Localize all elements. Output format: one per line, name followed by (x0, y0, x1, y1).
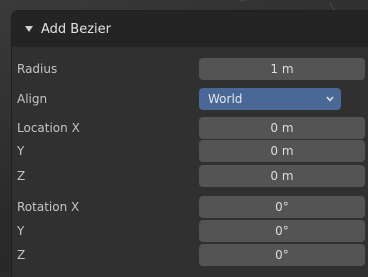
property-row-location-x: Location X 0 m (12, 117, 368, 141)
operator-panel: Add Bezier Radius 1 m Align World Locati… (12, 11, 368, 277)
location-y-field[interactable]: 0 m (199, 140, 365, 162)
property-label: Y (17, 144, 25, 158)
property-label: Align (17, 92, 48, 106)
property-row-rotation-x: Rotation X 0° (12, 196, 368, 220)
property-label: Location X (17, 121, 80, 135)
property-row-location-y: Y 0 m (12, 140, 368, 164)
property-row-rotation-z: Z 0° (12, 244, 368, 268)
property-row-align: Align World (12, 88, 368, 112)
chevron-down-icon (326, 96, 334, 102)
location-z-field[interactable]: 0 m (199, 165, 365, 187)
rotation-y-field[interactable]: 0° (199, 220, 365, 242)
location-x-field[interactable]: 0 m (199, 117, 365, 139)
panel-title: Add Bezier (41, 21, 111, 37)
property-row-location-z: Z 0 m (12, 165, 368, 189)
align-select[interactable]: World (199, 88, 341, 110)
property-label: Y (17, 224, 25, 238)
radius-field[interactable]: 1 m (199, 58, 365, 80)
property-row-radius: Radius 1 m (12, 58, 368, 82)
panel-header[interactable]: Add Bezier (12, 11, 368, 47)
rotation-z-field[interactable]: 0° (199, 244, 365, 266)
align-value: World (208, 92, 243, 106)
property-label: Z (17, 248, 26, 262)
property-label: Radius (17, 62, 58, 76)
property-label: Z (17, 169, 26, 183)
property-label: Rotation X (17, 200, 80, 214)
triangle-down-icon[interactable] (23, 23, 35, 35)
property-row-rotation-y: Y 0° (12, 220, 368, 244)
rotation-x-field[interactable]: 0° (199, 196, 365, 218)
